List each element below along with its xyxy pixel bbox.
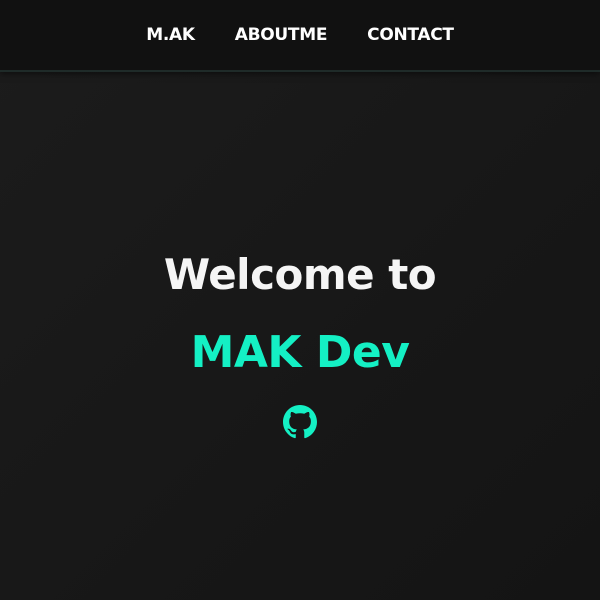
navbar: M.AK ABOUTME CONTACT: [0, 0, 600, 72]
hero-section: Welcome to MAK Dev: [0, 245, 600, 443]
hero-brand: MAK Dev: [190, 327, 410, 378]
nav-link-contact[interactable]: CONTACT: [367, 25, 454, 45]
hero-title: Welcome to: [163, 250, 437, 299]
nav-link-aboutme[interactable]: ABOUTME: [235, 25, 328, 45]
page: M.AK ABOUTME CONTACT Welcome to MAK Dev: [0, 0, 600, 600]
github-link[interactable]: [283, 405, 317, 439]
github-icon: [283, 405, 317, 439]
nav-link-home[interactable]: M.AK: [146, 25, 195, 45]
